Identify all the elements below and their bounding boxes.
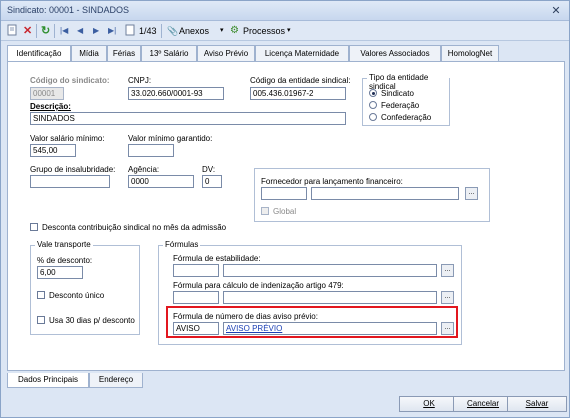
stability-name-field[interactable] <box>223 264 437 277</box>
union-code-field: 00001 <box>30 87 64 100</box>
supplier-group: Fornecedor para lançamento financeiro: .… <box>254 168 490 222</box>
single-discount-checkbox[interactable] <box>37 291 45 299</box>
refresh-icon[interactable]: ↻ <box>41 24 50 38</box>
description-field[interactable]: SINDADOS <box>30 112 346 125</box>
cancel-button[interactable]: Cancelar <box>453 396 513 412</box>
agency-label: Agência: <box>128 165 160 174</box>
title-bar: Sindicato: 00001 - SINDADOS ✕ <box>1 1 569 21</box>
toolbar: ✕ ↻ |◀ ◀ ▶ ▶| 1/43 📎 Anexos ▾ ⚙ Processo… <box>1 21 569 41</box>
art479-lookup-button[interactable]: ... <box>441 291 454 304</box>
supplier-name-field[interactable] <box>311 187 459 200</box>
global-label: Global <box>273 207 297 216</box>
tab-identificacao[interactable]: Identificação <box>7 45 71 62</box>
last-record-icon[interactable]: ▶| <box>108 24 116 38</box>
ok-button[interactable]: OK <box>399 396 459 412</box>
chevron-down-icon[interactable]: ▾ <box>220 24 224 38</box>
entity-code-label: Código da entidade sindical: <box>250 76 351 85</box>
window: Sindicato: 00001 - SINDADOS ✕ ✕ ↻ |◀ ◀ ▶… <box>0 0 570 418</box>
tab-aviso-previo[interactable]: Aviso Prévio <box>197 45 255 61</box>
stability-code-field[interactable] <box>173 264 219 277</box>
supplier-label: Fornecedor para lançamento financeiro: <box>261 177 403 186</box>
tab-valores-associados[interactable]: Valores Associados <box>349 45 441 61</box>
radio-sindicato[interactable] <box>369 89 377 97</box>
tab-13-salario[interactable]: 13º Salário <box>141 45 197 61</box>
transport-title: Vale transporte <box>35 240 93 249</box>
tab-licenca-maternidade[interactable]: Licença Maternidade <box>255 45 349 61</box>
radio-sindicato-label: Sindicato <box>381 89 414 98</box>
stability-label: Fórmula de estabilidade: <box>173 254 261 263</box>
discount-admission-label: Desconta contribuição sindical no mês da… <box>42 223 227 232</box>
transport-group: Vale transporte % de desconto: 6,00 Desc… <box>30 240 140 335</box>
next-record-icon[interactable]: ▶ <box>93 24 99 38</box>
supplier-lookup-button[interactable]: ... <box>465 187 478 200</box>
dv-field[interactable]: 0 <box>202 175 222 188</box>
first-record-icon[interactable]: |◀ <box>60 24 68 38</box>
min-guaranteed-label: Valor mínimo garantido: <box>128 134 213 143</box>
close-icon[interactable]: ✕ <box>549 4 563 18</box>
art479-code-field[interactable] <box>173 291 219 304</box>
toolbar-separator <box>36 24 37 38</box>
radio-federacao[interactable] <box>369 101 377 109</box>
tab-dados-principais[interactable]: Dados Principais <box>7 373 89 388</box>
discount-pct-label: % de desconto: <box>37 256 93 265</box>
tab-strip: Identificação Mídia Férias 13º Salário A… <box>7 45 563 62</box>
tab-midia[interactable]: Mídia <box>71 45 107 61</box>
union-code-label: Código do sindicato: <box>30 76 110 85</box>
agency-field[interactable]: 0000 <box>128 175 194 188</box>
min-guaranteed-field[interactable] <box>128 144 174 157</box>
dv-label: DV: <box>202 165 216 174</box>
toolbar-separator <box>54 24 55 38</box>
tab-endereco[interactable]: Endereço <box>89 373 143 388</box>
processes-icon[interactable]: ⚙ <box>230 24 239 38</box>
attachments-menu[interactable]: Anexos <box>179 24 209 38</box>
processes-menu[interactable]: Processos <box>243 24 285 38</box>
art479-label: Fórmula para cálculo de indenização arti… <box>173 281 344 290</box>
art479-name-field[interactable] <box>223 291 437 304</box>
record-position: 1/43 <box>139 26 157 36</box>
unhealthy-group-label: Grupo de insalubridade: <box>30 165 116 174</box>
use-30-days-label: Usa 30 dias p/ desconto <box>49 316 135 325</box>
unhealthy-group-field[interactable] <box>30 175 110 188</box>
global-checkbox <box>261 207 269 215</box>
entity-code-field[interactable]: 005.436.01967-2 <box>250 87 346 100</box>
min-salary-label: Valor salário mínimo: <box>30 134 105 143</box>
use-30-days-checkbox[interactable] <box>37 316 45 324</box>
entity-type-group: Tipo da entidade sindical Sindicato Fede… <box>362 73 450 126</box>
min-salary-field[interactable]: 545,00 <box>30 144 76 157</box>
save-button[interactable]: Salvar <box>507 396 567 412</box>
supplier-code-field[interactable] <box>261 187 307 200</box>
description-label: Descrição: <box>30 102 71 111</box>
radio-confederacao[interactable] <box>369 113 377 121</box>
paperclip-icon[interactable]: 📎 <box>167 24 178 38</box>
window-title: Sindicato: 00001 - SINDADOS <box>7 5 130 15</box>
identification-panel: Código do sindicato: 00001 CNPJ: 33.020.… <box>7 61 565 371</box>
tab-homolognet[interactable]: HomologNet <box>441 45 499 61</box>
record-icon <box>125 24 135 38</box>
discount-admission-checkbox[interactable] <box>30 223 38 231</box>
discount-pct-field[interactable]: 6,00 <box>37 266 83 279</box>
chevron-down-icon[interactable]: ▾ <box>287 24 291 38</box>
stability-lookup-button[interactable]: ... <box>441 264 454 277</box>
formulas-title: Fórmulas <box>163 240 201 249</box>
delete-icon[interactable]: ✕ <box>23 24 32 38</box>
tab-ferias[interactable]: Férias <box>107 45 141 61</box>
highlight-box <box>166 306 458 338</box>
toolbar-separator <box>161 24 162 38</box>
radio-federacao-label: Federação <box>381 101 420 110</box>
previous-record-icon[interactable]: ◀ <box>77 24 83 38</box>
document-icon[interactable] <box>7 24 19 38</box>
single-discount-label: Desconto único <box>49 291 105 300</box>
cnpj-field[interactable]: 33.020.660/0001-93 <box>128 87 224 100</box>
radio-confederacao-label: Confederação <box>381 113 432 122</box>
cnpj-label: CNPJ: <box>128 76 152 85</box>
